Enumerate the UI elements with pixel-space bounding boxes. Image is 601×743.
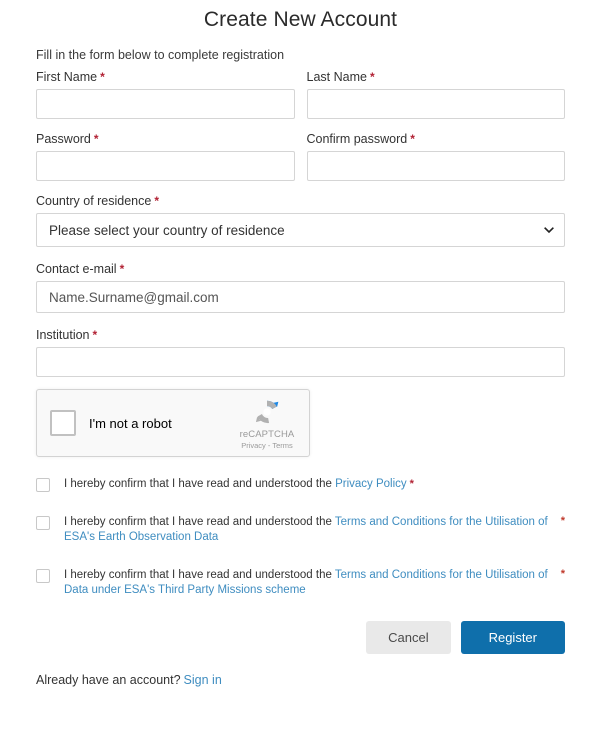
form-intro-text: Fill in the form below to complete regis… xyxy=(36,48,285,62)
country-select-wrap: Please select your country of residence xyxy=(36,213,565,247)
cancel-button[interactable]: Cancel xyxy=(366,621,451,654)
consent-text-tpm-terms: I hereby confirm that I have read and un… xyxy=(64,568,551,598)
required-asterisk: * xyxy=(93,132,99,146)
page-title: Create New Account xyxy=(203,8,398,31)
consent-prefix: I hereby confirm that I have read and un… xyxy=(64,516,335,528)
first-name-input[interactable] xyxy=(36,89,295,119)
registration-page: Create New Account Fill in the form belo… xyxy=(0,0,601,743)
password-label-text: Password xyxy=(36,132,91,146)
signin-footer: Already have an account? Sign in xyxy=(36,673,565,687)
required-asterisk: * xyxy=(92,328,98,342)
last-name-label: Last Name * xyxy=(307,70,566,84)
institution-label: Institution * xyxy=(36,328,565,342)
required-asterisk: * xyxy=(560,568,565,580)
password-row: Password * Confirm password * xyxy=(36,132,565,181)
recaptcha-legal-links[interactable]: Privacy - Terms xyxy=(231,441,303,450)
consent-prefix: I hereby confirm that I have read and un… xyxy=(64,478,336,490)
institution-input[interactable] xyxy=(36,347,565,377)
required-asterisk: * xyxy=(154,194,160,208)
consent-checkbox-eo-data-terms[interactable] xyxy=(36,516,50,530)
password-group: Password * xyxy=(36,132,295,181)
consent-row-privacy-policy: I hereby confirm that I have read and un… xyxy=(36,477,565,492)
required-asterisk: * xyxy=(369,70,375,84)
recaptcha-label: I'm not a robot xyxy=(89,415,172,431)
last-name-input[interactable] xyxy=(306,89,565,119)
last-name-group: Last Name * xyxy=(306,70,566,119)
first-name-label-text: First Name xyxy=(36,70,98,84)
institution-group: Institution * xyxy=(36,328,565,377)
sign-in-link[interactable]: Sign in xyxy=(184,673,222,687)
registration-form: Fill in the form below to complete regis… xyxy=(0,48,601,687)
consent-checkbox-list: I hereby confirm that I have read and un… xyxy=(36,477,565,598)
country-select[interactable]: Please select your country of residence xyxy=(36,213,565,247)
email-input[interactable] xyxy=(36,281,565,313)
institution-label-text: Institution xyxy=(36,328,90,342)
privacy-policy-link[interactable]: Privacy Policy xyxy=(335,478,407,490)
required-asterisk: * xyxy=(409,478,414,490)
consent-checkbox-privacy-policy[interactable] xyxy=(36,478,50,492)
consent-text-privacy-policy: I hereby confirm that I have read and un… xyxy=(64,477,414,492)
name-row: First Name * Last Name * xyxy=(36,70,565,119)
email-label: Contact e-mail * xyxy=(36,262,565,276)
consent-row-eo-data-terms: I hereby confirm that I have read and un… xyxy=(36,515,565,545)
confirm-password-group: Confirm password * xyxy=(306,132,566,181)
consent-prefix: I hereby confirm that I have read and un… xyxy=(64,569,335,581)
consent-checkbox-tpm-terms[interactable] xyxy=(36,569,50,583)
password-input[interactable] xyxy=(36,151,295,181)
last-name-label-text: Last Name xyxy=(306,70,367,84)
signin-prompt-text: Already have an account? xyxy=(36,673,181,687)
recaptcha-branding: reCAPTCHA Privacy - Terms xyxy=(231,396,309,450)
recaptcha-brand-text: reCAPTCHA xyxy=(239,429,295,440)
consent-text-eo-data-terms: I hereby confirm that I have read and un… xyxy=(64,515,551,545)
first-name-group: First Name * xyxy=(36,70,295,119)
email-group: Contact e-mail * xyxy=(36,262,565,313)
required-asterisk: * xyxy=(119,262,125,276)
password-label: Password * xyxy=(36,132,295,146)
form-actions: Cancel Register xyxy=(36,621,565,654)
recaptcha-logo-icon xyxy=(255,400,279,424)
required-asterisk: * xyxy=(560,515,565,527)
required-asterisk: * xyxy=(100,70,105,84)
email-label-text: Contact e-mail xyxy=(36,262,117,276)
confirm-password-input[interactable] xyxy=(306,151,565,181)
register-button[interactable]: Register xyxy=(460,621,565,654)
first-name-label: First Name * xyxy=(36,70,295,84)
confirm-password-label-text: Confirm password xyxy=(306,132,408,146)
country-group: Country of residence * Please select your… xyxy=(36,194,565,247)
recaptcha-checkbox[interactable] xyxy=(50,410,76,436)
country-label-text: Country of residence xyxy=(36,194,152,208)
required-asterisk: * xyxy=(410,132,415,146)
country-label: Country of residence * xyxy=(36,194,565,208)
recaptcha-widget[interactable]: I'm not a robot reCAPTCHA Privacy - Term… xyxy=(36,389,310,457)
consent-row-tpm-terms: I hereby confirm that I have read and un… xyxy=(36,568,565,598)
confirm-password-label: Confirm password * xyxy=(307,132,566,146)
